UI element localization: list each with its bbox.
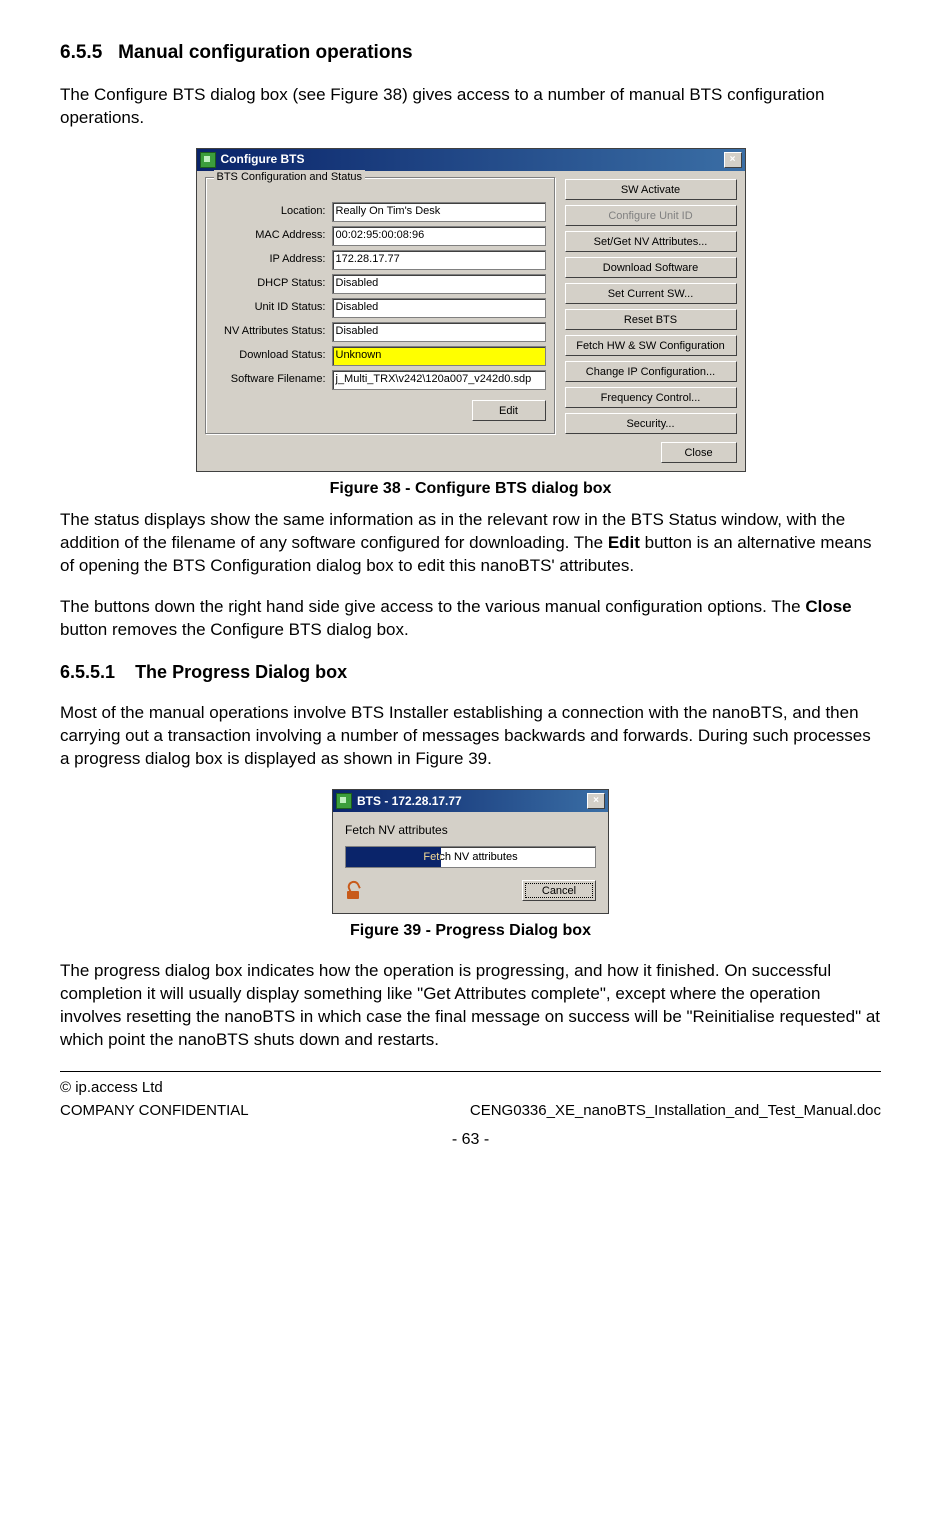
ip-label: IP Address: — [214, 252, 326, 267]
window-title: BTS - 172.28.17.77 — [357, 793, 462, 809]
mac-label: MAC Address: — [214, 228, 326, 243]
footer-docname: CENG0336_XE_nanoBTS_Installation_and_Tes… — [470, 1101, 881, 1121]
progress-bar-text: Fetch NV attributes — [346, 847, 595, 867]
bts-config-groupbox: BTS Configuration and Status Location: R… — [205, 177, 555, 434]
figure-38-caption: Figure 38 - Configure BTS dialog box — [60, 478, 881, 500]
paragraph: The status displays show the same inform… — [60, 509, 881, 578]
page-number: - 63 - — [60, 1129, 881, 1151]
configure-unit-id-button[interactable]: Configure Unit ID — [565, 205, 737, 226]
window-title: Configure BTS — [221, 151, 305, 167]
mac-input[interactable]: 00:02:95:00:08:96 — [332, 226, 546, 246]
sw-activate-button[interactable]: SW Activate — [565, 179, 737, 200]
paragraph: The Configure BTS dialog box (see Figure… — [60, 84, 881, 130]
download-status-label: Download Status: — [214, 348, 326, 363]
sw-filename-input[interactable]: j_Multi_TRX\v242\120a007_v242d0.sdp — [332, 370, 546, 390]
dhcp-input[interactable]: Disabled — [332, 274, 546, 294]
sw-filename-label: Software Filename: — [214, 372, 326, 387]
cancel-button[interactable]: Cancel — [522, 880, 596, 901]
subsection-heading: 6.5.5.1 The Progress Dialog box — [60, 660, 881, 684]
footer-confidential: COMPANY CONFIDENTIAL — [60, 1101, 249, 1121]
unlocked-icon — [345, 883, 361, 899]
titlebar: BTS - 172.28.17.77 × — [333, 790, 608, 812]
reset-bts-button[interactable]: Reset BTS — [565, 309, 737, 330]
figure-38-container: Configure BTS × BTS Configuration and St… — [60, 148, 881, 472]
change-ip-button[interactable]: Change IP Configuration... — [565, 361, 737, 382]
paragraph: The progress dialog box indicates how th… — [60, 960, 881, 1052]
figure-39-container: BTS - 172.28.17.77 × Fetch NV attributes… — [60, 789, 881, 914]
close-button[interactable]: Close — [661, 442, 737, 463]
edit-button[interactable]: Edit — [472, 400, 546, 421]
app-icon — [200, 152, 216, 168]
titlebar: Configure BTS × — [197, 149, 745, 171]
security-button[interactable]: Security... — [565, 413, 737, 434]
nv-label: NV Attributes Status: — [214, 324, 326, 339]
footer-copyright: © ip.access Ltd — [60, 1078, 881, 1098]
frequency-control-button[interactable]: Frequency Control... — [565, 387, 737, 408]
figure-39-caption: Figure 39 - Progress Dialog box — [60, 920, 881, 942]
set-current-sw-button[interactable]: Set Current SW... — [565, 283, 737, 304]
groupbox-legend: BTS Configuration and Status — [214, 170, 366, 185]
nv-input[interactable]: Disabled — [332, 322, 546, 342]
progress-label: Fetch NV attributes — [345, 822, 596, 838]
configure-bts-dialog: Configure BTS × BTS Configuration and St… — [196, 148, 746, 472]
button-column: SW Activate Configure Unit ID Set/Get NV… — [565, 177, 737, 434]
subsection-title: The Progress Dialog box — [135, 662, 347, 682]
progress-bar: Fetch NV attributes — [345, 846, 596, 868]
section-heading: 6.5.5 Manual configuration operations — [60, 40, 881, 66]
paragraph: Most of the manual operations involve BT… — [60, 702, 881, 771]
subsection-number: 6.5.5.1 — [60, 662, 115, 682]
location-input[interactable]: Really On Tim's Desk — [332, 202, 546, 222]
fetch-config-button[interactable]: Fetch HW & SW Configuration — [565, 335, 737, 356]
download-status-input[interactable]: Unknown — [332, 346, 546, 366]
dhcp-label: DHCP Status: — [214, 276, 326, 291]
unitid-input[interactable]: Disabled — [332, 298, 546, 318]
section-number: 6.5.5 — [60, 42, 102, 63]
download-software-button[interactable]: Download Software — [565, 257, 737, 278]
unitid-label: Unit ID Status: — [214, 300, 326, 315]
location-label: Location: — [214, 204, 326, 219]
section-title: Manual configuration operations — [118, 42, 413, 63]
setget-nv-button[interactable]: Set/Get NV Attributes... — [565, 231, 737, 252]
progress-dialog: BTS - 172.28.17.77 × Fetch NV attributes… — [332, 789, 609, 914]
app-icon — [336, 793, 352, 809]
paragraph: The buttons down the right hand side giv… — [60, 596, 881, 642]
close-icon[interactable]: × — [587, 793, 605, 809]
footer-rule — [60, 1071, 881, 1072]
close-icon[interactable]: × — [724, 152, 742, 168]
page-footer: © ip.access Ltd COMPANY CONFIDENTIAL CEN… — [60, 1078, 881, 1150]
ip-input[interactable]: 172.28.17.77 — [332, 250, 546, 270]
